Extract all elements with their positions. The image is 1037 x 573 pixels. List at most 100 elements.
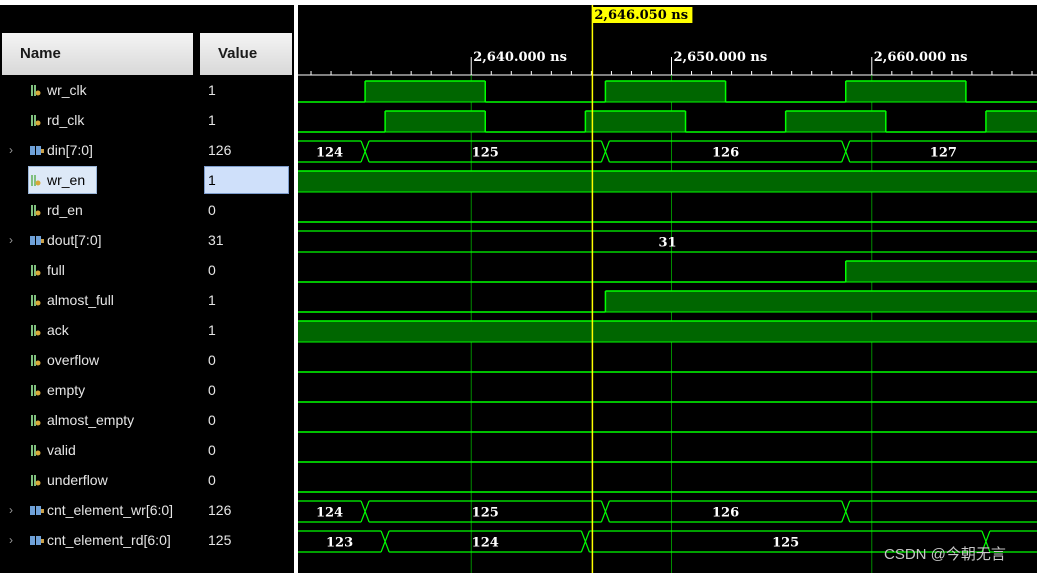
bit-signal-icon — [31, 415, 41, 426]
time-tick-label: 2,640.000 ns — [473, 50, 567, 65]
signal-name: dout[7:0] — [47, 232, 102, 248]
signal-value: 1 — [208, 322, 216, 338]
bus-signal-icon — [30, 146, 44, 155]
signal-value: 0 — [208, 352, 216, 368]
signal-row[interactable]: › cnt_element_rd[6:0] 125 — [0, 525, 294, 555]
signal-row[interactable]: almost_empty 0 — [0, 405, 294, 435]
high-level-fill — [845, 81, 966, 102]
waveform-pane[interactable]: 2,640.000 ns 2,650.000 ns 2,660.000 ns 124 1… — [298, 5, 1037, 573]
bus-transition — [360, 140, 370, 163]
signal-row[interactable]: ack 1 — [0, 315, 294, 345]
bit-signal-icon — [31, 325, 41, 336]
time-tick-label: 2,660.000 ns — [874, 50, 968, 65]
chevron-right-icon[interactable]: › — [9, 503, 19, 517]
signal-name: din[7:0] — [47, 142, 93, 158]
signal-name: cnt_element_rd[6:0] — [47, 532, 171, 548]
bus-value-label: 126 — [712, 146, 739, 161]
bit-signal-icon — [31, 85, 41, 96]
bus-signal-icon — [30, 506, 44, 515]
watermark: CSDN @今朝无言 — [884, 546, 1006, 563]
bus-transition — [600, 500, 610, 523]
signal-row[interactable]: › din[7:0] 126 — [0, 135, 294, 165]
bus-transition — [360, 500, 370, 523]
signal-value: 0 — [208, 412, 216, 428]
value-column-header[interactable]: Value — [200, 33, 292, 75]
high-level-fill — [985, 111, 1037, 132]
signal-row[interactable]: rd_en 0 — [0, 195, 294, 225]
signal-name: rd_clk — [47, 112, 85, 128]
bus-value-label: 125 — [472, 506, 499, 521]
signal-name: rd_en — [47, 202, 83, 218]
signal-row[interactable]: overflow 0 — [0, 345, 294, 375]
bit-signal-icon — [31, 355, 41, 366]
bus-value-label: 125 — [772, 536, 799, 551]
signal-row[interactable]: valid 0 — [0, 435, 294, 465]
bus-value-label: 124 — [472, 536, 499, 551]
signal-value: 126 — [208, 502, 232, 518]
signal-name: valid — [47, 442, 76, 458]
bus-value-label: 127 — [930, 146, 957, 161]
bit-signal-icon — [31, 445, 41, 456]
bit-signal-icon — [31, 475, 41, 486]
bit-signal-icon — [31, 175, 41, 186]
signal-value: 1 — [208, 172, 216, 188]
signal-value: 0 — [208, 472, 216, 488]
name-column-header[interactable]: Name — [2, 33, 193, 75]
signal-name: almost_empty — [47, 412, 135, 428]
signal-value: 126 — [208, 142, 232, 158]
signal-value: 0 — [208, 382, 216, 398]
signal-row[interactable]: wr_clk 1 — [0, 75, 294, 105]
signal-name: full — [47, 262, 65, 278]
waveform-canvas[interactable]: 2,640.000 ns 2,650.000 ns 2,660.000 ns 124 1… — [298, 5, 1037, 573]
bus-value-label: 125 — [472, 146, 499, 161]
signal-row[interactable]: underflow 0 — [0, 465, 294, 495]
bus-transition — [841, 140, 851, 163]
signal-value: 1 — [208, 112, 216, 128]
signal-row[interactable]: almost_full 1 — [0, 285, 294, 315]
bus-value-label: 123 — [326, 536, 353, 551]
high-level-fill — [365, 81, 486, 102]
chevron-right-icon[interactable]: › — [9, 143, 19, 157]
high-level-fill — [605, 81, 726, 102]
bus-signal-icon — [30, 236, 44, 245]
signal-row[interactable]: empty 0 — [0, 375, 294, 405]
signal-value: 0 — [208, 262, 216, 278]
chevron-right-icon[interactable]: › — [9, 533, 19, 547]
bus-value-label: 31 — [658, 236, 676, 251]
bit-signal-icon — [31, 385, 41, 396]
signal-name: ack — [47, 322, 69, 338]
bit-signal-icon — [31, 295, 41, 306]
signal-value: 31 — [208, 232, 224, 248]
signal-value: 125 — [208, 532, 232, 548]
signal-value: 1 — [208, 82, 216, 98]
cursor-time-label: 2,646.050 ns — [594, 8, 688, 23]
signal-name: underflow — [47, 472, 108, 488]
signal-row[interactable]: full 0 — [0, 255, 294, 285]
signal-value: 0 — [208, 202, 216, 218]
high-level-fill — [298, 321, 1037, 342]
signal-row[interactable]: › dout[7:0] 31 — [0, 225, 294, 255]
bus-transition — [580, 530, 590, 553]
signal-row[interactable]: rd_clk 1 — [0, 105, 294, 135]
bit-signal-icon — [31, 205, 41, 216]
bus-signal-icon — [30, 536, 44, 545]
high-level-fill — [385, 111, 486, 132]
value-highlight — [204, 166, 289, 194]
chevron-right-icon[interactable]: › — [9, 233, 19, 247]
signal-name: cnt_element_wr[6:0] — [47, 502, 174, 518]
bus-value-label: 126 — [712, 506, 739, 521]
high-level-fill — [298, 171, 1037, 192]
high-level-fill — [585, 111, 686, 132]
signal-row[interactable]: › cnt_element_wr[6:0] 126 — [0, 495, 294, 525]
bus-value-label: 124 — [316, 146, 343, 161]
bus-value-label: 124 — [316, 506, 343, 521]
signal-row[interactable]: wr_en 1 — [0, 165, 294, 195]
bit-signal-icon — [31, 115, 41, 126]
signal-value: 1 — [208, 292, 216, 308]
time-tick-label: 2,650.000 ns — [674, 50, 768, 65]
bus-transition — [600, 140, 610, 163]
high-level-fill — [845, 261, 1037, 282]
bit-signal-icon — [31, 265, 41, 276]
high-level-fill — [605, 291, 1037, 312]
signal-name: overflow — [47, 352, 100, 368]
